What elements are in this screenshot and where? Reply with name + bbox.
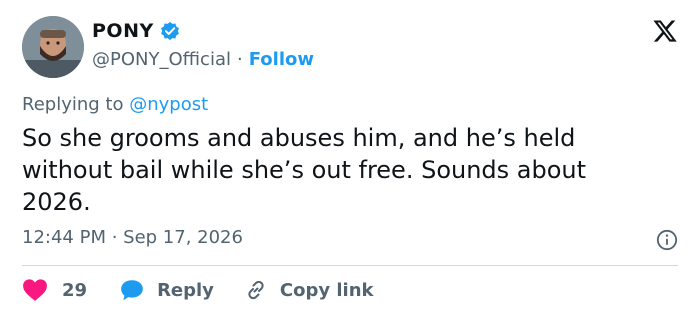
reply-mention-link[interactable]: @nypost: [129, 94, 208, 115]
handle-row: @PONY_Official · Follow: [92, 49, 314, 70]
name-row: PONY: [92, 20, 180, 42]
display-name[interactable]: PONY: [92, 20, 154, 42]
follow-button[interactable]: Follow: [249, 49, 314, 70]
tweet-date: Sep 17, 2026: [123, 227, 243, 248]
avatar[interactable]: [22, 16, 84, 78]
action-bar: 29 Reply Copy link: [22, 276, 374, 304]
link-icon: [244, 278, 268, 302]
tweet-timestamp[interactable]: 12:44 PM · Sep 17, 2026: [22, 227, 243, 248]
tweet-header: PONY @PONY_Official · Follow: [22, 14, 678, 80]
avatar-image: [22, 16, 84, 78]
replying-prefix: Replying to: [22, 94, 130, 115]
verified-badge-icon: [160, 21, 180, 41]
copy-link-button[interactable]: Copy link: [244, 278, 374, 302]
handle[interactable]: @PONY_Official: [92, 49, 231, 70]
replying-to: Replying to @nypost: [22, 94, 208, 115]
tweet-text: So she grooms and abuses him, and he’s h…: [22, 124, 587, 216]
timestamp-separator: ·: [105, 227, 124, 248]
reply-button[interactable]: Reply: [119, 278, 214, 302]
info-icon[interactable]: [656, 229, 678, 251]
divider: [22, 265, 678, 266]
x-logo-icon[interactable]: [652, 18, 678, 44]
reply-label: Reply: [157, 279, 214, 301]
like-count: 29: [62, 279, 88, 301]
heart-icon: [22, 278, 48, 302]
reply-bubble-icon: [119, 278, 145, 302]
copy-link-label: Copy link: [279, 279, 374, 301]
like-button[interactable]: 29: [22, 278, 87, 302]
tweet-time: 12:44 PM: [22, 227, 106, 248]
handle-separator: ·: [236, 49, 243, 70]
